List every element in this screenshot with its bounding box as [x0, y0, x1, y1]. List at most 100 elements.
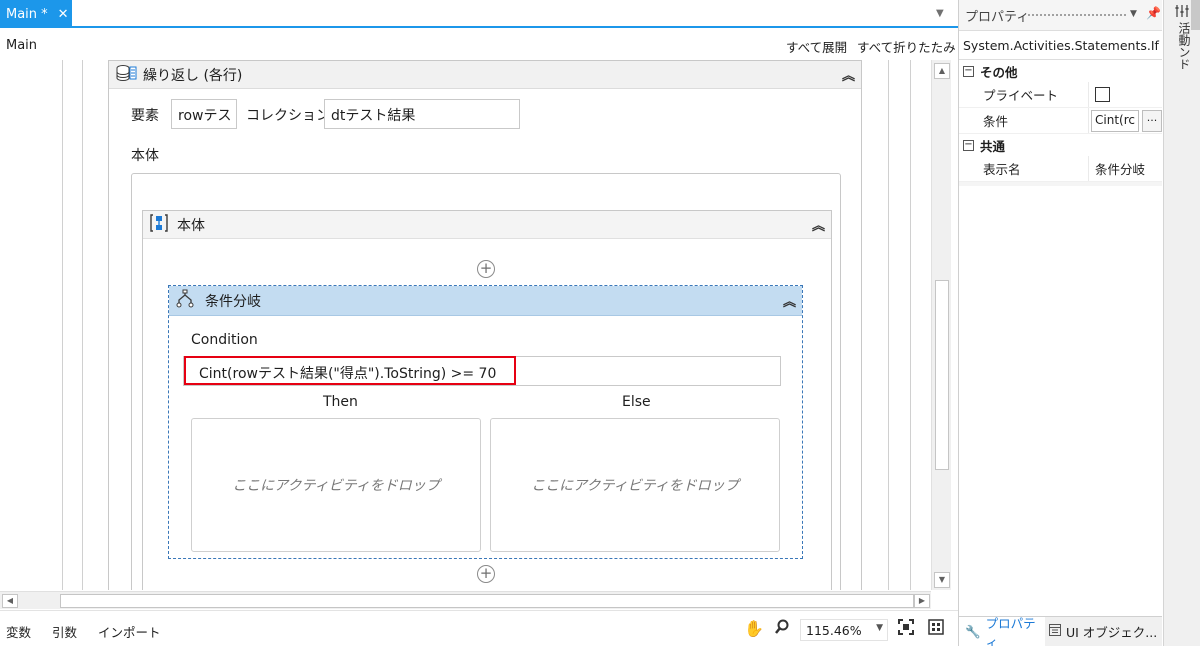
- collapse-category-icon[interactable]: −: [963, 65, 974, 77]
- foreach-icon: [115, 64, 137, 86]
- sequence-title: 本体: [177, 217, 205, 234]
- if-title: 条件分岐: [205, 293, 261, 310]
- else-drop-zone[interactable]: ここにアクティビティをドロップ: [490, 418, 780, 552]
- tab-ui-objects[interactable]: UI オブジェク...: [1049, 617, 1161, 646]
- collapse-icon[interactable]: ︽: [842, 65, 855, 84]
- scroll-up-icon[interactable]: ▲: [934, 63, 950, 79]
- property-grid-empty-area: [959, 186, 1162, 616]
- canvas-guide-line: [82, 60, 83, 590]
- tab-properties[interactable]: 🔧 プロパティ: [959, 616, 1045, 646]
- condition-value[interactable]: Cint(rowテスト結果("得点").ToString) >= 70: [199, 363, 496, 383]
- overview-icon[interactable]: [928, 619, 944, 639]
- then-drop-zone[interactable]: ここにアクティビティをドロップ: [191, 418, 481, 552]
- grip-icon[interactable]: [1027, 13, 1127, 18]
- collapse-icon[interactable]: ︽: [783, 291, 796, 310]
- property-grid: − その他 プライベート 条件 Cint(rc ... − 共通 表示名 条件分…: [959, 60, 1162, 182]
- foreach-body-container: 本体 ︽ + 条件分岐 ︽ Condition Cint(rowテスト結果("得…: [131, 173, 841, 590]
- canvas-guide-line: [910, 60, 911, 590]
- fit-to-screen-icon[interactable]: [898, 619, 914, 639]
- dock-label-text-2: ンド: [1177, 46, 1191, 70]
- condition-label: Condition: [191, 332, 258, 348]
- pan-hand-icon[interactable]: ✋: [744, 619, 764, 638]
- document-tab-strip: Main * ✕ ▼: [0, 0, 958, 28]
- property-name: プライベート: [959, 82, 1089, 107]
- dock-label-text: 活動: [1177, 22, 1191, 46]
- collapse-icon[interactable]: ︽: [812, 215, 825, 234]
- if-activity[interactable]: 条件分岐 ︽ Condition Cint(rowテスト結果("得点").ToS…: [168, 285, 803, 559]
- display-name-field[interactable]: 条件分岐: [1089, 156, 1162, 181]
- zoom-value: 115.46%: [806, 623, 862, 638]
- scroll-thumb[interactable]: [935, 280, 949, 470]
- ui-objects-icon: [1049, 624, 1061, 639]
- property-row-private: プライベート: [959, 82, 1162, 108]
- scroll-thumb[interactable]: [60, 594, 914, 608]
- expand-all-link[interactable]: すべて展開: [786, 37, 847, 56]
- close-icon[interactable]: ✕: [58, 7, 69, 22]
- scroll-down-icon[interactable]: ▼: [934, 572, 950, 588]
- collapse-all-link[interactable]: すべて折りたたみ: [857, 37, 956, 56]
- property-row-display-name: 表示名 条件分岐: [959, 156, 1162, 182]
- tab-main[interactable]: Main * ✕: [0, 0, 72, 28]
- scroll-right-icon[interactable]: ▶: [914, 594, 930, 608]
- body-label: 本体: [131, 148, 159, 164]
- sequence-activity[interactable]: 本体 ︽ + 条件分岐 ︽ Condition Cint(rowテスト結果("得…: [142, 210, 832, 590]
- pin-icon[interactable]: 📌: [1146, 6, 1161, 20]
- element-label: 要素: [131, 108, 159, 124]
- property-name: 条件: [959, 108, 1089, 133]
- sequence-header[interactable]: 本体 ︽: [143, 211, 831, 239]
- selected-object-type: System.Activities.Statements.If: [959, 30, 1162, 60]
- breadcrumb-bar: Main すべて展開 すべて折りたたみ: [0, 30, 958, 60]
- foreach-header[interactable]: 繰り返し (各行) ︽: [109, 61, 861, 89]
- add-activity-plus-icon[interactable]: +: [477, 565, 495, 583]
- zoom-icon[interactable]: [774, 619, 790, 639]
- properties-panel-header: プロパティ ▼ 📌: [959, 0, 1162, 30]
- sequence-icon: [149, 213, 169, 237]
- properties-panel: プロパティ ▼ 📌 System.Activities.Statements.I…: [958, 0, 1162, 646]
- property-name: 表示名: [959, 156, 1089, 181]
- else-label: Else: [622, 394, 651, 410]
- else-drop-hint: ここにアクティビティをドロップ: [531, 478, 739, 494]
- if-branch-icon: [175, 289, 195, 313]
- arguments-tab[interactable]: 引数: [52, 622, 77, 641]
- imports-tab[interactable]: インポート: [98, 622, 161, 641]
- designer-status-bar: 変数 引数 インポート ✋ 115.46% ▼: [0, 610, 958, 646]
- property-category-common[interactable]: − 共通: [959, 134, 1162, 156]
- chevron-down-icon: ▼: [876, 623, 883, 633]
- collapse-category-icon[interactable]: −: [963, 139, 974, 151]
- chevron-down-icon[interactable]: ▼: [936, 8, 944, 19]
- condition-property-field[interactable]: Cint(rc: [1091, 109, 1139, 132]
- foreach-title: 繰り返し (各行): [143, 67, 243, 84]
- breadcrumb[interactable]: Main: [6, 38, 37, 53]
- add-activity-plus-icon[interactable]: +: [477, 260, 495, 278]
- properties-panel-title: プロパティ: [965, 9, 1030, 25]
- zoom-select[interactable]: 115.46% ▼: [800, 619, 888, 641]
- chevron-down-icon[interactable]: ▼: [1130, 9, 1137, 19]
- properties-panel-tabs: 🔧 プロパティ UI オブジェク...: [959, 616, 1162, 646]
- private-checkbox[interactable]: [1095, 87, 1110, 102]
- then-label: Then: [323, 394, 358, 410]
- canvas-guide-line: [888, 60, 889, 590]
- element-field[interactable]: rowテスト: [171, 99, 237, 129]
- side-dock-strip: 活動ンド: [1163, 0, 1200, 646]
- variables-tab[interactable]: 変数: [6, 622, 31, 641]
- dock-scrollbar[interactable]: [1191, 0, 1200, 30]
- foreach-activity[interactable]: 繰り返し (各行) ︽ 要素 rowテスト コレクション dtテスト結果 本体: [108, 60, 862, 590]
- dock-label[interactable]: 活動ンド: [1176, 22, 1191, 70]
- collection-field[interactable]: dtテスト結果: [324, 99, 520, 129]
- property-category-label: その他: [980, 64, 1018, 80]
- canvas-guide-line: [62, 60, 63, 590]
- property-category-label: 共通: [980, 138, 1006, 154]
- property-category-misc[interactable]: − その他: [959, 60, 1162, 82]
- expression-editor-button[interactable]: ...: [1142, 109, 1162, 132]
- tab-ui-objects-label: UI オブジェク...: [1066, 625, 1158, 640]
- horizontal-scrollbar[interactable]: ◀ ▶: [0, 591, 931, 609]
- designer-canvas[interactable]: 繰り返し (各行) ︽ 要素 rowテスト コレクション dtテスト結果 本体: [0, 60, 930, 590]
- tab-main-label: Main *: [6, 6, 48, 22]
- wrench-icon: 🔧: [965, 623, 981, 639]
- scroll-left-icon[interactable]: ◀: [2, 594, 18, 608]
- if-header[interactable]: 条件分岐 ︽: [169, 286, 802, 316]
- activities-icon[interactable]: [1175, 4, 1189, 22]
- collection-label: コレクション: [246, 108, 330, 124]
- tab-properties-label: プロパティ: [985, 615, 1036, 646]
- vertical-scrollbar[interactable]: ▲ ▼: [931, 60, 951, 590]
